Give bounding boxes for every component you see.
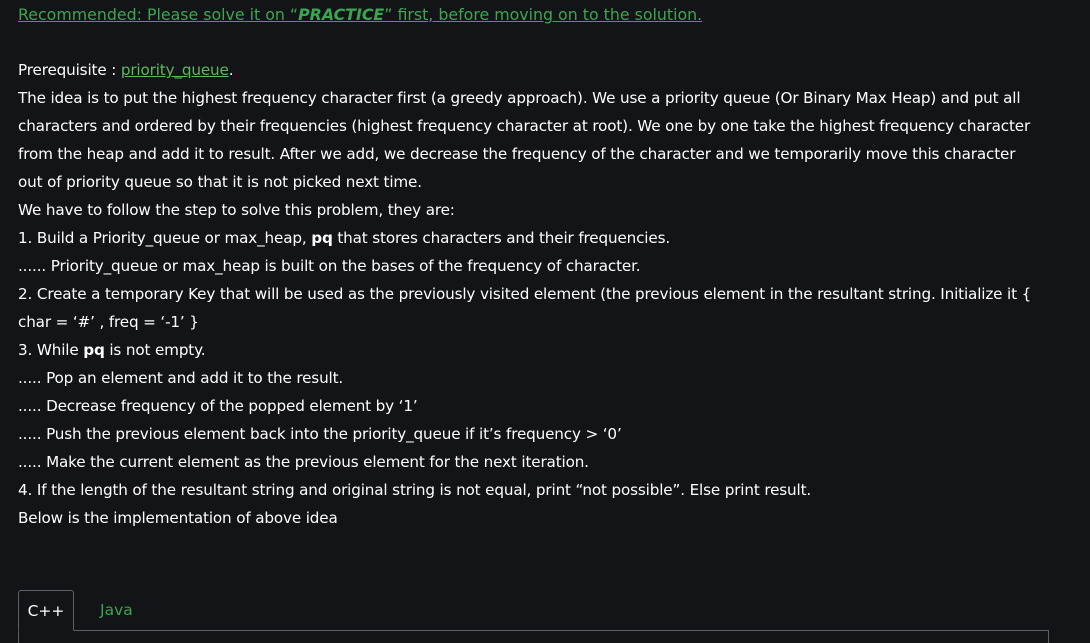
- idea-line-4: out of priority queue so that it is not …: [18, 173, 422, 191]
- steps-intro: We have to follow the step to solve this…: [18, 201, 455, 219]
- step-1-pq: pq: [311, 229, 333, 247]
- step-3-sub-1: ..... Pop an element and add it to the r…: [18, 369, 344, 387]
- step-3-after: is not empty.: [104, 341, 206, 359]
- step-1: 1. Build a Priority_queue or max_heap, p…: [18, 224, 1068, 252]
- step-3-sub-4: ..... Make the current element as the pr…: [18, 453, 589, 471]
- recommended-prefix: Recommended: Please solve it on “: [18, 5, 299, 24]
- step-1-sub: ...... Priority_queue or max_heap is bui…: [18, 257, 641, 275]
- step-4: 4. If the length of the resultant string…: [18, 481, 812, 499]
- step-3-before: 3. While: [18, 341, 84, 359]
- idea-line-3: from the heap and add it to result. Afte…: [18, 145, 1016, 163]
- step-2-line-2: char = ‘#’ , freq = ‘-1’ }: [18, 313, 199, 331]
- prerequisite-line: Prerequisite : priority_queue.: [18, 56, 1068, 84]
- idea-line-1: The idea is to put the highest frequency…: [18, 89, 1021, 107]
- step-1-after: that stores characters and their frequen…: [332, 229, 671, 247]
- tab-java[interactable]: Java: [100, 590, 133, 631]
- code-panel: [18, 630, 1049, 643]
- step-2-line-1: 2. Create a temporary Key that will be u…: [18, 285, 1032, 303]
- step-3-sub-2: ..... Decrease frequency of the popped e…: [18, 397, 418, 415]
- priority-queue-link[interactable]: priority_queue: [121, 61, 229, 79]
- step-3-sub-3: ..... Push the previous element back int…: [18, 425, 622, 443]
- step-3: 3. While pq is not empty.: [18, 336, 1068, 364]
- step-3-pq: pq: [83, 341, 105, 359]
- tab-cpp[interactable]: C++: [18, 590, 74, 631]
- recommended-suffix: ” first, before moving on to the solutio…: [384, 5, 703, 24]
- recommended-practice-link[interactable]: Recommended: Please solve it on “PRACTIC…: [18, 5, 702, 24]
- practice-label: PRACTICE: [298, 5, 385, 24]
- article-body: Prerequisite : priority_queue. The idea …: [18, 56, 1068, 532]
- closing-line: Below is the implementation of above ide…: [18, 509, 338, 527]
- prerequisite-end: .: [228, 61, 234, 79]
- idea-line-2: characters and ordered by their frequenc…: [18, 117, 1031, 135]
- step-1-before: 1. Build a Priority_queue or max_heap,: [18, 229, 312, 247]
- prerequisite-label: Prerequisite :: [18, 61, 121, 79]
